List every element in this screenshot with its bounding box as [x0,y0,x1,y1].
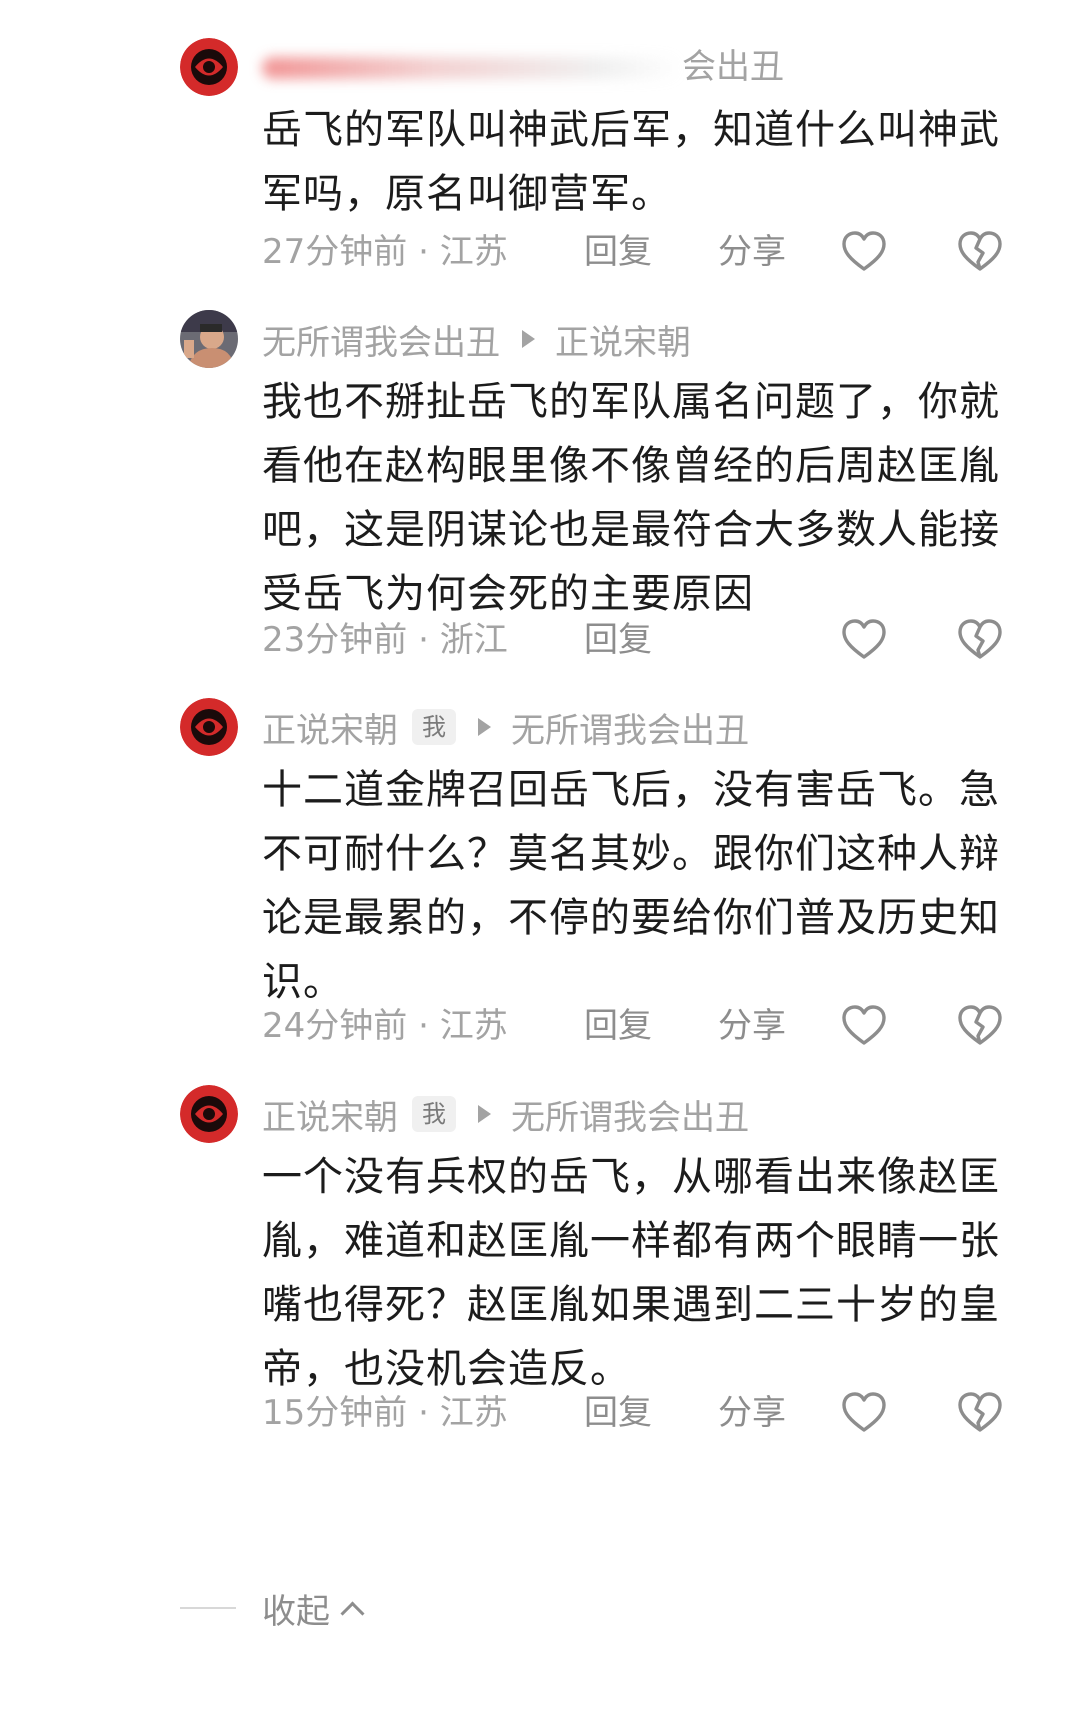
comment-meta: 24分钟前 · 江苏 [262,998,508,1054]
reply-button[interactable]: 回复 [584,612,652,668]
meta-separator: · [418,1393,429,1433]
meta-separator: · [418,1006,429,1046]
broken-heart-icon[interactable] [956,228,1004,276]
author-name-blurred[interactable]: 会出丑 [262,47,784,87]
author-name[interactable]: 无所谓我会出丑 [262,315,500,364]
comment-text: 岳飞的军队叫神武后军，知道什么叫神武军吗，原名叫御营军。 [262,107,1000,217]
reply-button[interactable]: 回复 [584,224,652,280]
comment-time: 15分钟前 [262,1393,408,1433]
comment-location: 江苏 [439,1393,508,1433]
avatar[interactable] [180,1085,238,1143]
reply-to-name[interactable]: 正说宋朝 [555,315,691,364]
comment-meta: 27分钟前 · 江苏 [262,224,508,280]
reply-arrow-icon [478,718,491,736]
author-name[interactable]: 正说宋朝 [262,703,398,752]
red-emblem-avatar-icon [180,1085,238,1143]
share-button[interactable]: 分享 [718,224,786,280]
collapse-label: 收起 [262,1591,330,1632]
reply-to-name[interactable]: 无所谓我会出丑 [511,703,749,752]
broken-heart-icon[interactable] [956,1389,1004,1437]
me-badge: 我 [412,709,456,745]
heart-icon[interactable] [840,228,888,276]
reply-arrow-icon [522,330,535,348]
avatar[interactable] [180,698,238,756]
chevron-up-icon [340,1600,365,1626]
comment-text: 一个没有兵权的岳飞，从哪看出来像赵匡胤，难道和赵匡胤一样都有两个眼睛一张嘴也得死… [262,1154,1000,1392]
divider-line [180,1607,236,1609]
comment-text: 我也不掰扯岳飞的军队属名问题了，你就看他在赵构眼里像不像曾经的后周赵匡胤吧，这是… [262,379,1000,617]
avatar[interactable] [180,310,238,368]
collapse-replies-button[interactable]: 收起 [180,1580,365,1636]
meta-separator: · [418,620,429,660]
reply-to-name[interactable]: 无所谓我会出丑 [511,1090,749,1139]
meta-separator: · [418,232,429,272]
reply-arrow-icon [478,1105,491,1123]
comment-time: 24分钟前 [262,1006,408,1046]
author-name-tail: 会出丑 [682,47,784,87]
broken-heart-icon[interactable] [956,1002,1004,1050]
heart-icon[interactable] [840,616,888,664]
comment-meta: 23分钟前 · 浙江 [262,612,508,668]
share-button[interactable]: 分享 [718,998,786,1054]
heart-icon[interactable] [840,1002,888,1050]
broken-heart-icon[interactable] [956,616,1004,664]
comment-time: 27分钟前 [262,232,408,272]
red-emblem-avatar-icon [180,698,238,756]
red-emblem-avatar-icon [180,38,238,96]
comment-location: 江苏 [439,232,508,272]
photo-avatar-icon [180,310,238,368]
comment-text: 十二道金牌召回岳飞后，没有害岳飞。急不可耐什么？莫名其妙。跟你们这种人辩论是最累… [262,767,1000,1005]
reply-button[interactable]: 回复 [584,998,652,1054]
heart-icon[interactable] [840,1389,888,1437]
comment-meta: 15分钟前 · 江苏 [262,1385,508,1441]
comment-location: 江苏 [439,1006,508,1046]
comment-location: 浙江 [439,620,508,660]
me-badge: 我 [412,1096,456,1132]
reply-button[interactable]: 回复 [584,1385,652,1441]
comment-time: 23分钟前 [262,620,408,660]
avatar[interactable] [180,38,238,96]
author-name[interactable]: 正说宋朝 [262,1090,398,1139]
share-button[interactable]: 分享 [718,1385,786,1441]
